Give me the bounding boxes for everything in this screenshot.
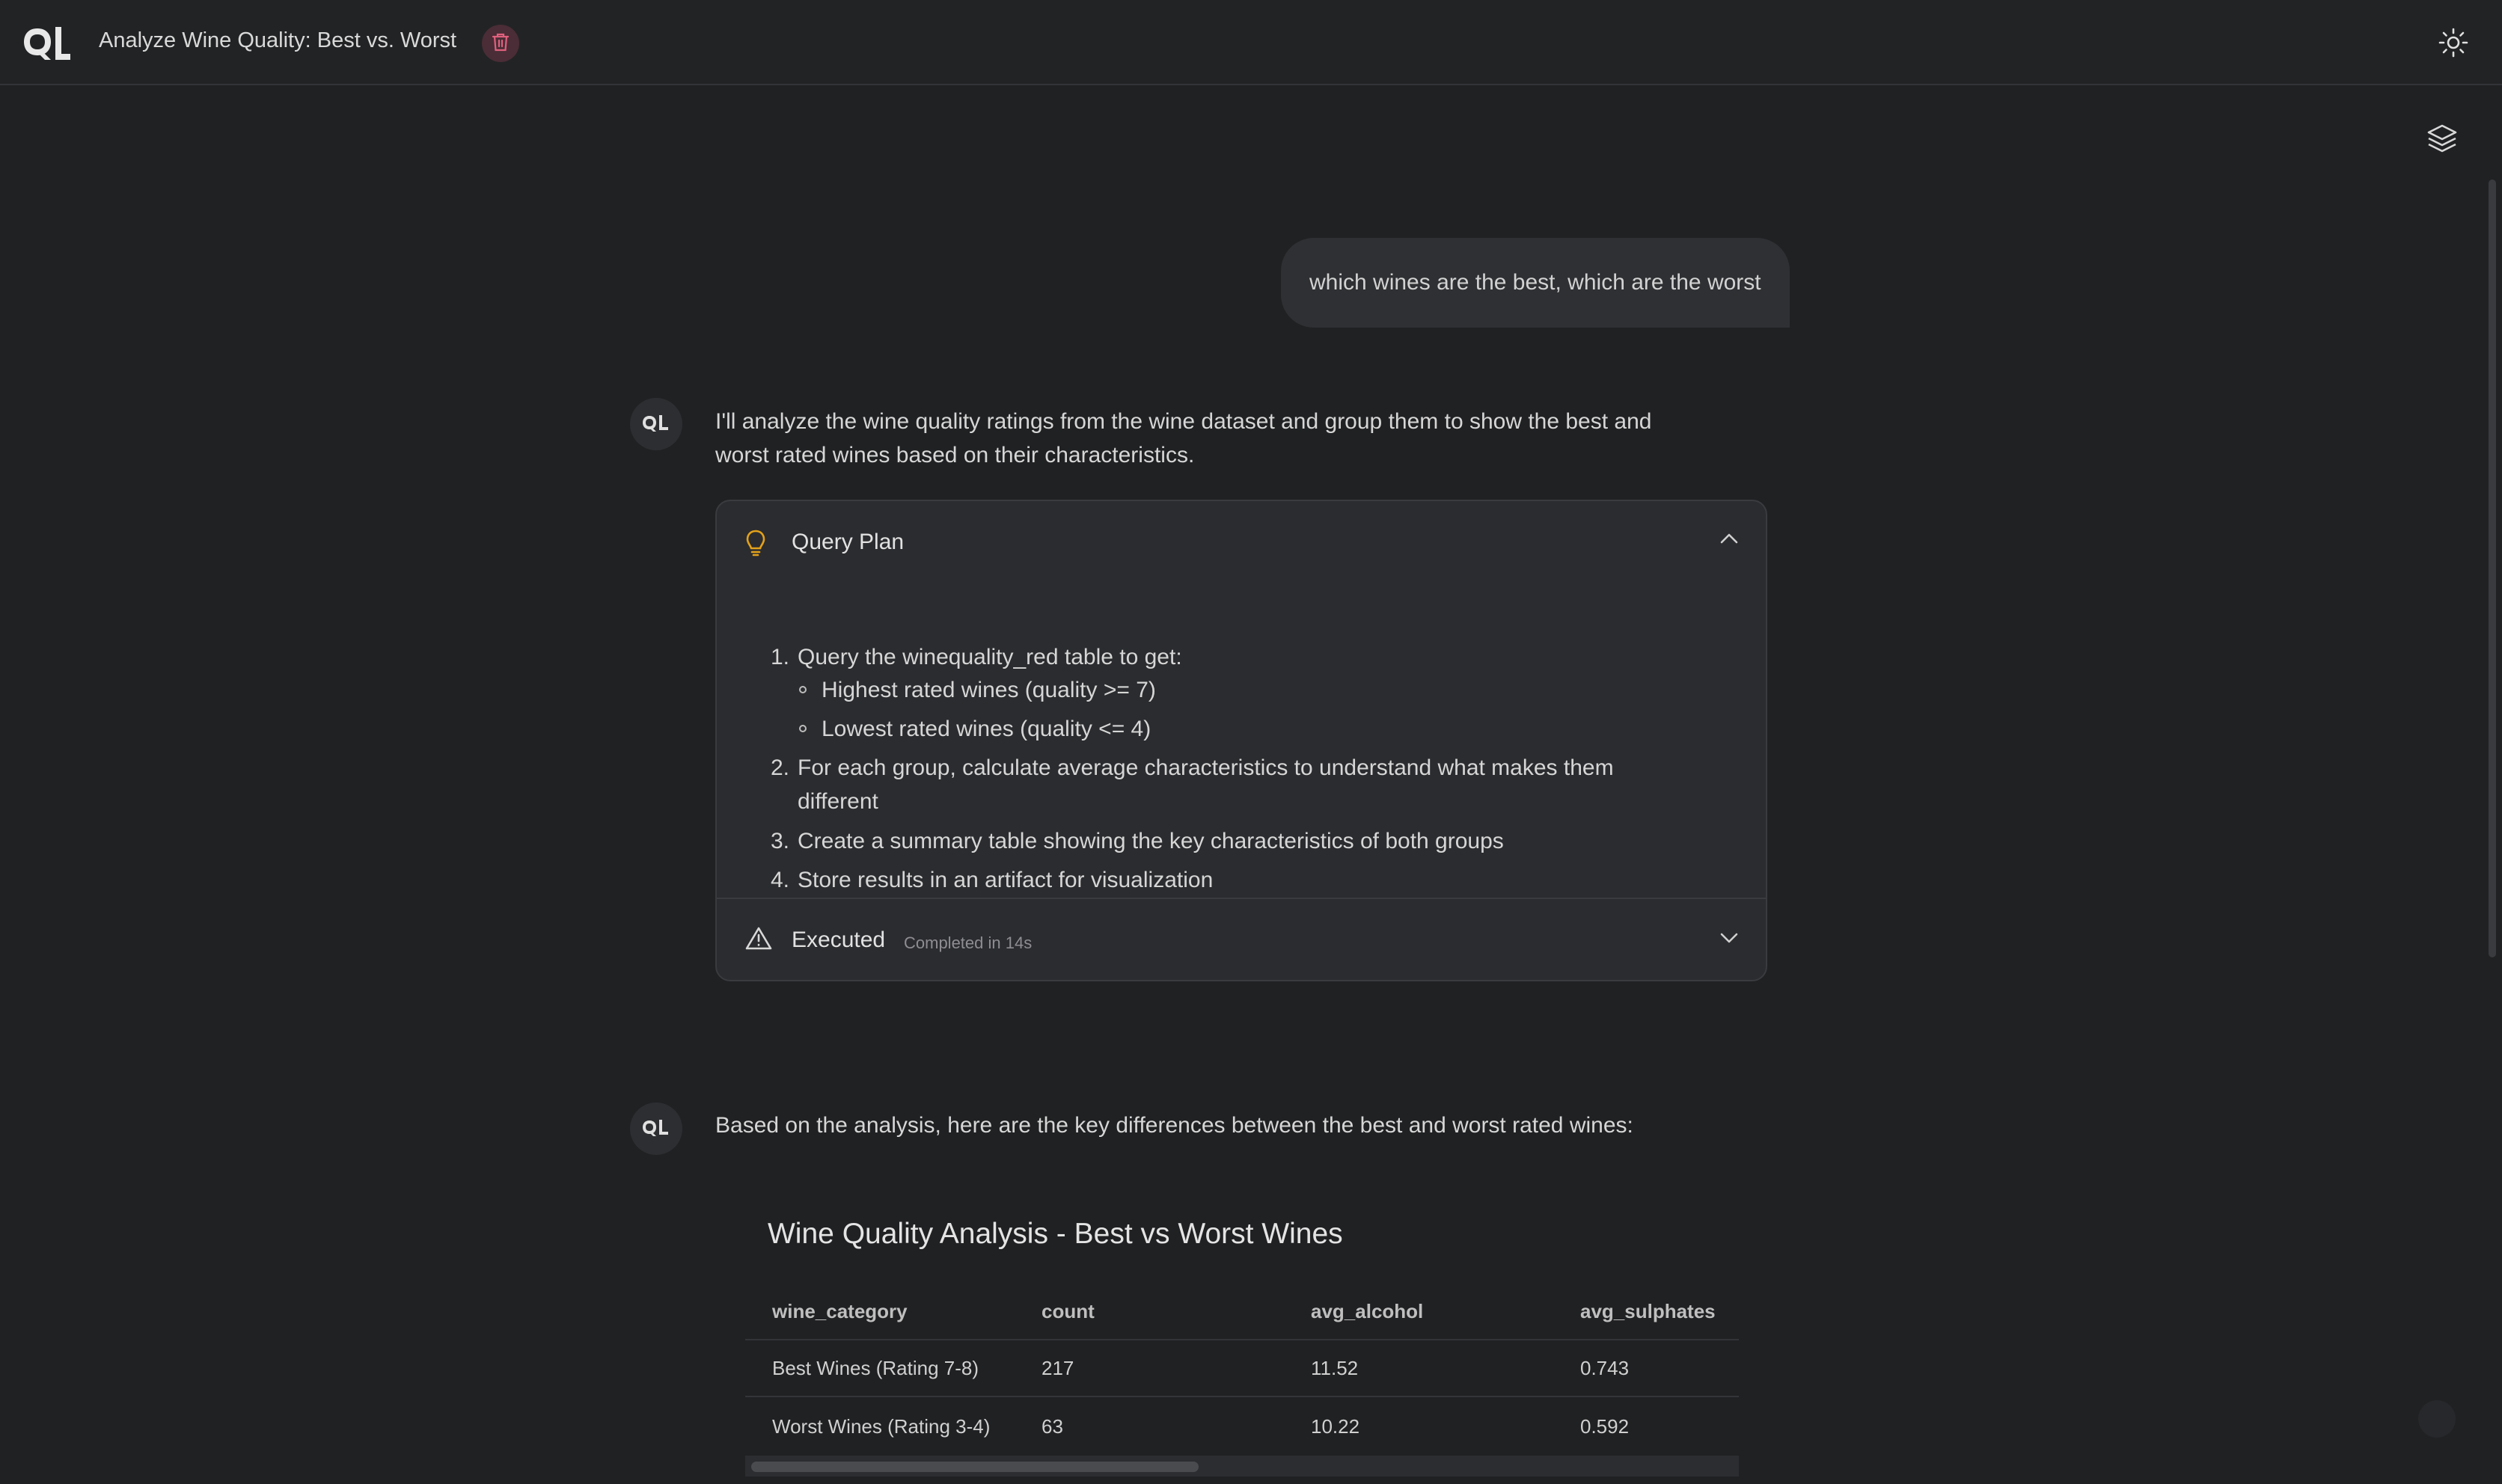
table-cell: 0.743 [1580, 1356, 1630, 1379]
table-cell: 63 [1042, 1414, 1063, 1438]
column-header[interactable]: avg_sulphates [1580, 1284, 1716, 1339]
trash-icon [492, 32, 510, 55]
table-cell: 10.22 [1311, 1414, 1360, 1438]
substep-text: Highest rated wines (quality >= 7) [822, 678, 1156, 702]
bullet-icon [799, 725, 807, 732]
step-text: For each group, calculate average charac… [798, 751, 1695, 818]
chevron-up-icon[interactable] [1719, 533, 1739, 548]
ql-logo-icon [641, 1118, 671, 1140]
sun-icon [2438, 28, 2468, 61]
column-header[interactable]: wine_category [772, 1284, 908, 1339]
assistant-message-summary: Based on the analysis, here are the key … [715, 1113, 1633, 1138]
step-text: Query the winequality_red table to get: [798, 645, 1182, 669]
assistant-avatar [630, 398, 682, 450]
intro-line-2: worst rated wines based on their charact… [715, 443, 1195, 467]
bullet-icon [799, 686, 807, 693]
artifacts-panel-button[interactable] [2423, 121, 2462, 160]
execution-label: Executed [792, 927, 886, 952]
column-header[interactable]: count [1042, 1284, 1095, 1339]
step-number: 4. [771, 868, 790, 892]
layers-icon [2426, 123, 2459, 159]
step-text: Store results in an artifact for visuali… [798, 868, 1214, 892]
step-text-line-1: For each group, calculate average charac… [798, 755, 1614, 780]
table-cell: 0.592 [1580, 1414, 1630, 1438]
column-header[interactable]: avg_alcohol [1311, 1284, 1423, 1339]
step-text: Create a summary table showing the key c… [798, 829, 1504, 853]
step-number: 3. [771, 829, 790, 853]
user-message-text: which wines are the best, which are the … [1309, 270, 1761, 295]
table-cell: Worst Wines (Rating 3-4) [772, 1414, 991, 1438]
page-scrollbar[interactable] [2489, 180, 2496, 957]
plan-substep-2: Lowest rated wines (quality <= 4) [799, 712, 1151, 746]
chevron-down-icon[interactable] [1719, 932, 1739, 948]
step-number: 2. [771, 755, 790, 780]
app-logo-icon[interactable] [21, 24, 72, 61]
theme-toggle-button[interactable] [2435, 25, 2472, 63]
plan-substep-1: Highest rated wines (quality >= 7) [799, 673, 1156, 707]
lightbulb-icon [745, 530, 766, 560]
table-row: Best Wines (Rating 7-8) 217 11.52 0.743 [745, 1340, 1739, 1397]
results-table: wine_category count avg_alcohol avg_sulp… [745, 1284, 1739, 1477]
step-number: 1. [771, 645, 790, 669]
query-plan-header[interactable]: Query Plan [717, 501, 1766, 585]
table-cell: 217 [1042, 1356, 1074, 1379]
delete-conversation-button[interactable] [482, 25, 519, 62]
top-bar: Analyze Wine Quality: Best vs. Worst [0, 0, 2502, 85]
query-plan-card: Query Plan 1. Query the winequality_red … [715, 500, 1767, 981]
table-header-row: wine_category count avg_alcohol avg_sulp… [745, 1284, 1739, 1340]
assistant-avatar [630, 1103, 682, 1155]
artifact-title: Wine Quality Analysis - Best vs Worst Wi… [768, 1218, 1343, 1250]
warning-icon [745, 926, 772, 954]
user-message-bubble: which wines are the best, which are the … [1281, 238, 1790, 328]
table-cell: 11.52 [1311, 1356, 1359, 1379]
table-scrollbar-thumb[interactable] [751, 1462, 1199, 1472]
step-text-line-2: different [798, 789, 878, 814]
execution-duration: Completed in 14s [904, 933, 1033, 952]
assistant-message-intro: I'll analyze the wine quality ratings fr… [715, 405, 1778, 472]
ql-logo-icon [641, 414, 671, 435]
execution-status-row[interactable]: Executed Completed in 14s [717, 899, 1766, 980]
query-plan-label: Query Plan [792, 530, 905, 554]
floating-action-button[interactable] [2418, 1400, 2456, 1438]
table-row: Worst Wines (Rating 3-4) 63 10.22 0.592 [745, 1399, 1739, 1456]
substep-text: Lowest rated wines (quality <= 4) [822, 717, 1151, 741]
intro-line-1: I'll analyze the wine quality ratings fr… [715, 409, 1652, 434]
table-cell: Best Wines (Rating 7-8) [772, 1356, 979, 1379]
conversation-title: Analyze Wine Quality: Best vs. Worst [99, 28, 457, 52]
